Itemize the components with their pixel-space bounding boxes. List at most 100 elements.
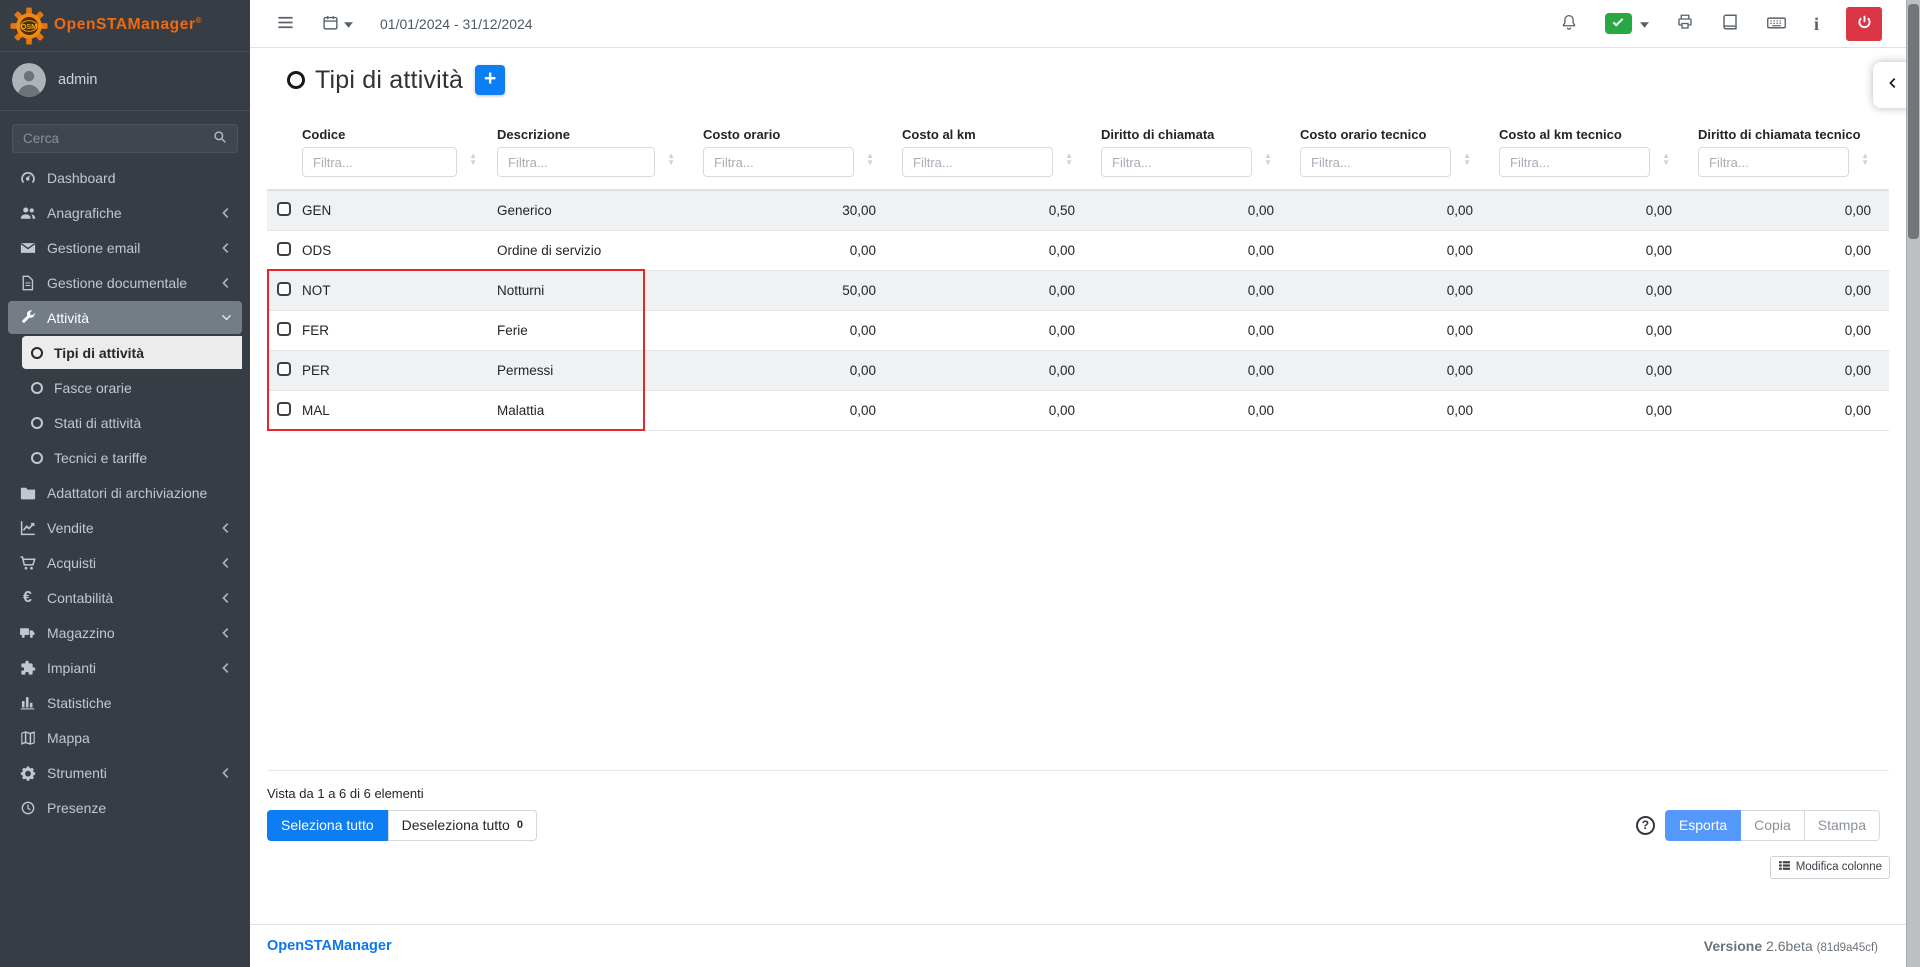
cell-description: Permessi xyxy=(497,350,695,390)
print-button[interactable] xyxy=(1676,13,1694,34)
sidebar-link[interactable]: Attività xyxy=(8,301,242,334)
column-header-diritto-di-chiamata-tecnico[interactable]: Diritto di chiamata tecnico xyxy=(1690,121,1889,144)
row-checkbox[interactable] xyxy=(277,242,291,256)
column-header-costo-orario-tecnico[interactable]: Costo orario tecnico xyxy=(1292,121,1491,144)
row-checkbox[interactable] xyxy=(277,322,291,336)
info-icon: i xyxy=(1814,15,1819,33)
notifications-button[interactable] xyxy=(1560,13,1578,34)
sidebar-link[interactable]: Mappa xyxy=(8,721,242,754)
info-button[interactable]: i xyxy=(1814,15,1819,33)
footer-brand-link[interactable]: OpenSTAManager xyxy=(267,938,392,954)
sidebar-item-anagrafiche: Anagrafiche xyxy=(8,196,242,229)
filter-input-costo-al-km-tecnico[interactable] xyxy=(1499,147,1650,177)
users-icon xyxy=(17,204,38,222)
logout-button[interactable] xyxy=(1846,7,1882,41)
scrollbar-thumb[interactable] xyxy=(1908,4,1919,239)
sort-arrows[interactable]: ▲▼ xyxy=(1463,152,1471,166)
shortcuts-button[interactable] xyxy=(1766,12,1787,36)
cell-value: 0,00 xyxy=(695,310,894,350)
sidebar-subitem-stati-di-attivit-[interactable]: Stati di attività xyxy=(22,406,242,439)
status-ok-button[interactable] xyxy=(1605,13,1632,34)
row-checkbox[interactable] xyxy=(277,362,291,376)
avatar[interactable] xyxy=(12,63,46,97)
row-checkbox[interactable] xyxy=(277,282,291,296)
add-record-button[interactable]: + xyxy=(475,65,505,95)
sidebar-subitem-tecnici-e-tariffe[interactable]: Tecnici e tariffe xyxy=(22,441,242,474)
filter-input-costo-al-km[interactable] xyxy=(902,147,1053,177)
table-row-fer[interactable]: FERFerie0,000,000,000,000,000,00 xyxy=(267,310,1889,350)
search-input[interactable] xyxy=(12,124,203,153)
export-button[interactable]: Esporta xyxy=(1665,810,1741,841)
sort-arrows[interactable]: ▲▼ xyxy=(469,152,477,166)
sidebar-subitem-fasce-orarie[interactable]: Fasce orarie xyxy=(22,371,242,404)
cell-value: 0,50 xyxy=(894,190,1093,230)
copy-button[interactable]: Copia xyxy=(1741,810,1805,841)
help-icon[interactable]: ? xyxy=(1636,816,1655,835)
column-header-codice[interactable]: Codice xyxy=(302,121,497,144)
sidebar-link[interactable]: Gestione documentale xyxy=(8,266,242,299)
cell-code: ODS xyxy=(302,230,497,270)
filter-input-descrizione[interactable] xyxy=(497,147,655,177)
sidebar-item-label: Contabilità xyxy=(47,590,113,606)
sort-arrows[interactable]: ▲▼ xyxy=(866,152,874,166)
date-range[interactable]: 01/01/2024 - 31/12/2024 xyxy=(380,16,533,32)
calendar-dropdown-button[interactable] xyxy=(322,14,353,34)
brand[interactable]: OSM OpenSTAManager® xyxy=(0,0,250,52)
sort-arrows[interactable]: ▲▼ xyxy=(1861,152,1869,166)
sidebar-link[interactable]: Statistiche xyxy=(8,686,242,719)
sort-arrows[interactable]: ▲▼ xyxy=(1662,152,1670,166)
print-table-button[interactable]: Stampa xyxy=(1805,810,1880,841)
sidebar-link[interactable]: Magazzino xyxy=(8,616,242,649)
status-dropdown[interactable] xyxy=(1605,13,1649,34)
sidebar-link[interactable]: Gestione email xyxy=(8,231,242,264)
column-header-costo-al-km-tecnico[interactable]: Costo al km tecnico xyxy=(1491,121,1690,144)
filter-input-codice[interactable] xyxy=(302,147,457,177)
table-row-gen[interactable]: GENGenerico30,000,500,000,000,000,00 xyxy=(267,190,1889,230)
sidebar-link[interactable]: €Contabilità xyxy=(8,581,242,614)
search-button[interactable] xyxy=(203,124,238,153)
sidebar-item-label: Attività xyxy=(47,310,89,326)
sidebar-toggle-button[interactable] xyxy=(276,13,295,35)
cell-value: 0,00 xyxy=(1292,350,1491,390)
map-icon xyxy=(17,729,38,747)
edit-columns-button[interactable]: Modifica colonne xyxy=(1770,856,1890,879)
sort-arrows[interactable]: ▲▼ xyxy=(1065,152,1073,166)
chevron-down-icon xyxy=(220,311,233,324)
sort-arrows[interactable]: ▲▼ xyxy=(667,152,675,166)
sidebar-link[interactable]: Presenze xyxy=(8,791,242,824)
filter-input-diritto-di-chiamata-tecnico[interactable] xyxy=(1698,147,1849,177)
table-row-per[interactable]: PERPermessi0,000,000,000,000,000,00 xyxy=(267,350,1889,390)
table-row-not[interactable]: NOTNotturni50,000,000,000,000,000,00 xyxy=(267,270,1889,310)
table-row-mal[interactable]: MALMalattia0,000,000,000,000,000,00 xyxy=(267,390,1889,430)
row-checkbox[interactable] xyxy=(277,402,291,416)
sidebar-link[interactable]: Dashboard xyxy=(8,161,242,194)
row-checkbox[interactable] xyxy=(277,202,291,216)
manual-button[interactable] xyxy=(1721,13,1739,34)
sidebar-link[interactable]: Strumenti xyxy=(8,756,242,789)
sidebar-item-gestione-email: Gestione email xyxy=(8,231,242,264)
sidebar-subitem-tipi-di-attivit-[interactable]: Tipi di attività xyxy=(22,336,242,369)
column-header-costo-al-km[interactable]: Costo al km xyxy=(894,121,1093,144)
gear-icon xyxy=(17,764,38,782)
select-all-button[interactable]: Seleziona tutto xyxy=(267,810,388,841)
column-header-costo-orario[interactable]: Costo orario xyxy=(695,121,894,144)
deselect-all-button[interactable]: Deseleziona tutto 0 xyxy=(388,810,537,841)
sort-arrows[interactable]: ▲▼ xyxy=(1264,152,1272,166)
column-header-descrizione[interactable]: Descrizione xyxy=(497,121,695,144)
sidebar-link[interactable]: Anagrafiche xyxy=(8,196,242,229)
table-row-ods[interactable]: ODSOrdine di servizio0,000,000,000,000,0… xyxy=(267,230,1889,270)
cell-value: 0,00 xyxy=(1292,190,1491,230)
svg-text:OSM: OSM xyxy=(21,22,37,30)
sidebar-link[interactable]: Vendite xyxy=(8,511,242,544)
filter-input-diritto-di-chiamata[interactable] xyxy=(1101,147,1252,177)
sidebar-link[interactable]: Adattatori di archiviazione xyxy=(8,476,242,509)
sidebar-link[interactable]: Acquisti xyxy=(8,546,242,579)
filter-input-costo-orario[interactable] xyxy=(703,147,854,177)
vertical-scrollbar[interactable] xyxy=(1906,0,1920,967)
cell-description: Notturni xyxy=(497,270,695,310)
sidebar-link[interactable]: Impianti xyxy=(8,651,242,684)
column-header-diritto-di-chiamata[interactable]: Diritto di chiamata xyxy=(1093,121,1292,144)
actions-bar: Seleziona tutto Deseleziona tutto 0 ? Es… xyxy=(267,810,1880,841)
sort-desc-icon: ▼ xyxy=(469,159,477,166)
filter-input-costo-orario-tecnico[interactable] xyxy=(1300,147,1451,177)
